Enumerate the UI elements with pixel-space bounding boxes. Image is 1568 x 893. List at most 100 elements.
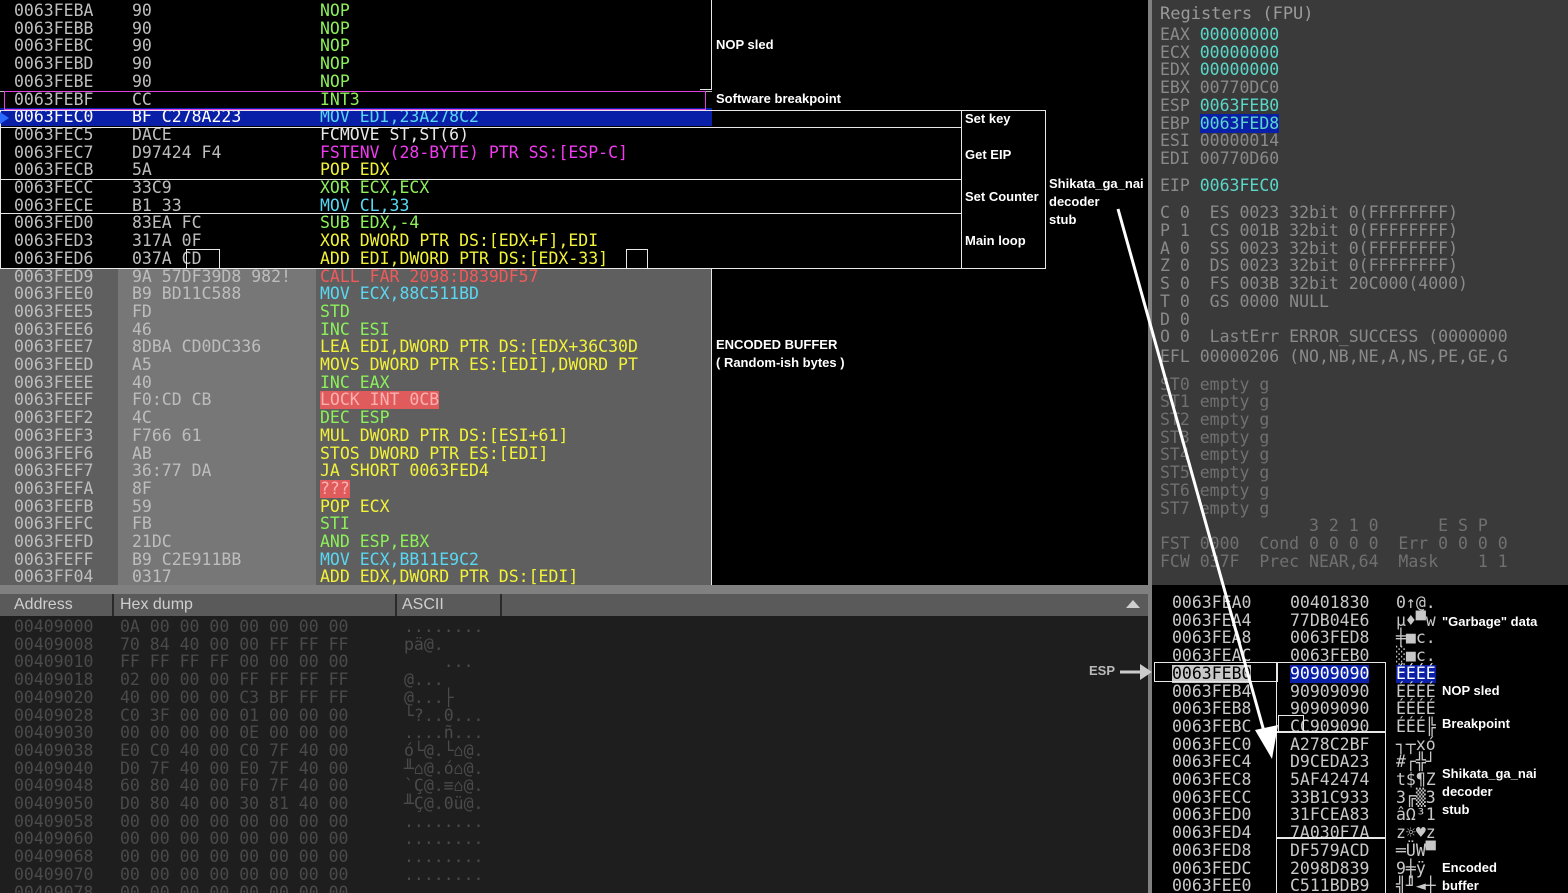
registers-title[interactable]: Registers (FPU) (1160, 5, 1314, 24)
disasm-instruction: MOV ECX,88C511BD (320, 284, 479, 304)
dump-ascii: ........ (404, 811, 484, 831)
disasm-row[interactable]: 0063FEBE 90 NOP (0, 73, 712, 91)
disasm-row[interactable]: 0063FEBA 90 NOP (0, 2, 712, 20)
register-value[interactable]: 0063FEB0 (1200, 96, 1279, 115)
register-name: EDX (1160, 60, 1190, 80)
disasm-hex: 90 (132, 18, 152, 38)
register-row[interactable]: EDI 00770D60 (1160, 150, 1279, 168)
disasm-row[interactable]: 0063FEE0 B9 BD11C588 MOV ECX,88C511BD (0, 285, 712, 303)
dump-row[interactable]: 00409030 00 00 00 00 0E 00 00 00 ....ñ... (14, 724, 483, 742)
horizontal-splitter[interactable] (0, 585, 1152, 594)
dump-ascii: ........ (404, 829, 484, 849)
disasm-row[interactable]: 0063FEE7 8DBA CD0DC336 LEA EDI,DWORD PTR D… (0, 338, 712, 356)
dump-header-hex[interactable]: Hex dump (120, 596, 193, 614)
disasm-row[interactable]: 0063FEBD 90 NOP (0, 55, 712, 73)
disasm-row[interactable]: 0063FEBB 90 NOP (0, 18, 712, 38)
dump-row[interactable]: 00409050 D0 80 40 00 30 81 40 00 ╨Ç@.0ü@. (14, 795, 483, 813)
get-eip-frame (0, 128, 962, 180)
dump-row[interactable]: 00409068 00 00 00 00 00 00 00 00........ (14, 848, 483, 866)
disasm-row[interactable]: 0063FEED A5 MOVS DWORD PTR ES:[EDI],DWORD … (0, 356, 712, 374)
dump-row[interactable]: 00409078 00 00 00 00 00 00 00 00........ (14, 883, 483, 893)
dump-address: 00409038 (14, 740, 94, 760)
dump-row[interactable]: 00409040 D0 7F 40 00 E0 7F 40 00 ╨⌂@.ó⌂@. (14, 759, 483, 778)
stack-address: 0063FED4 (1172, 823, 1252, 843)
register-row[interactable]: EAX 00000000 (1160, 26, 1279, 44)
register-value[interactable]: 00770DC0 (1200, 78, 1279, 97)
stack-chars: ÉÉÉÉ (1396, 681, 1436, 701)
disasm-instruction: AND ESP,EBX (320, 532, 430, 551)
disasm-row[interactable]: 0063FEE6 46 INC ESI (0, 319, 712, 339)
dump-row[interactable]: 00409020 40 00 00 00 C3 BF FF FF @...├ (14, 688, 454, 707)
dump-row[interactable]: 00409008 70 84 40 00 00 FF FF FF pä@. (14, 635, 444, 654)
encoded-buffer-sublabel: ( Random-ish bytes ) (716, 355, 845, 370)
eip-row[interactable]: EIP 0063FEC0 (1160, 176, 1279, 195)
set-counter-frame (0, 180, 962, 214)
stack-address: 0063FEE0 (1172, 876, 1252, 893)
disasm-row[interactable]: 0063FEF7 36:77 DA JA SHORT 0063FED4 (0, 462, 712, 480)
disasm-row[interactable]: 0063FEBC 90 NOP (0, 37, 712, 55)
disasm-row[interactable]: 0063FED9 9A 57DF39D8 982! CALL FAR 2098:D8… (0, 267, 712, 286)
dump-row[interactable]: 00409018 02 00 00 00 FF FF FF FF @... (14, 670, 444, 690)
hex-dump-pane[interactable]: Address Hex dump ASCII 00409000 0A 00 00 … (0, 594, 1148, 893)
disassembly-pane[interactable]: 0063FEBA 90 NOP 0063FEBB 90 NOP 0063FEBC 90 NOP 0… (0, 0, 712, 585)
register-row[interactable]: ESI 00000014 (1160, 132, 1279, 150)
disasm-hex: 8F (132, 478, 152, 498)
disasm-row[interactable]: 0063FEFB 59 POP ECX (0, 497, 712, 516)
dump-row[interactable]: 00409060 00 00 00 00 00 00 00 00........ (14, 830, 483, 848)
dump-row[interactable]: 00409028 C0 3F 00 00 01 00 00 00 └?..0... (14, 706, 483, 725)
dump-row[interactable]: 00409058 00 00 00 00 00 00 00 00........ (14, 812, 483, 831)
set-counter-label: Set Counter (965, 189, 1039, 204)
disasm-row[interactable]: 0063FEFF B9 C2E911BB MOV ECX,BB11E9C2 (0, 549, 712, 569)
register-value[interactable]: 00000014 (1200, 131, 1279, 150)
disasm-row[interactable]: 0063FEFA 8F??? (0, 480, 712, 498)
disasm-row[interactable]: 0063FEFD 21DC AND ESP,EBX (0, 533, 712, 551)
disasm-hex: 90 (132, 54, 152, 74)
register-row[interactable]: EBX 00770DC0 (1160, 79, 1279, 97)
disasm-row[interactable]: 0063FEEF F0:CD CB LOCK INT 0CB (0, 391, 712, 410)
register-name: ECX (1160, 42, 1190, 62)
dump-hex: 70 84 40 00 00 FF FF FF (120, 634, 349, 654)
disasm-row[interactable]: 0063FF04 0317 ADD EDX,DWORD PTR DS:[EDI] (0, 568, 712, 585)
software-breakpoint-label: Software breakpoint (716, 91, 841, 106)
dump-address: 00409018 (14, 670, 94, 690)
stack-address: 0063FECC (1172, 787, 1252, 807)
disasm-row[interactable]: 0063FEFC FB STI (0, 515, 712, 533)
disasm-row[interactable]: 0063FEE5 FD STD (0, 303, 712, 321)
stack-address: 0063FEDC (1172, 858, 1252, 878)
register-value[interactable]: 00770D60 (1200, 149, 1279, 168)
register-row[interactable]: EBP 0063FED8 (1160, 113, 1280, 133)
register-value[interactable]: 00000000 (1200, 43, 1279, 62)
disasm-instruction: LEA EDI,DWORD PTR DS:[EDX+36C30D (320, 337, 638, 357)
register-name: EBX (1160, 78, 1190, 98)
dump-row[interactable]: 00409070 00 00 00 00 00 00 00 00........ (14, 865, 483, 884)
disasm-hex: 8DBA CD0DC336 (132, 337, 262, 357)
main-loop-label: Main loop (965, 233, 1026, 248)
register-value[interactable]: 00000000 (1200, 25, 1279, 44)
register-row[interactable]: EDX 00000000 (1160, 61, 1279, 79)
disasm-row[interactable]: 0063FEEE 40 INC EAX (0, 373, 712, 392)
register-value[interactable]: 0063FED8 (1199, 113, 1280, 133)
register-value[interactable]: 0063FEC0 (1200, 176, 1279, 195)
disasm-row[interactable]: 0063FEF3 F766 61 MUL DWORD PTR DS:[ESI+61] (0, 427, 712, 445)
dump-row[interactable]: 00409048 60 80 40 00 F0 7F 40 00 `Ç@.≡⌂@. (14, 777, 483, 795)
dump-row[interactable]: 00409038 E0 C0 40 00 C0 7F 40 00 ó└@.└⌂@. (14, 740, 483, 760)
disasm-row[interactable]: 0063FEF2 4C DEC ESP (0, 409, 712, 427)
register-value[interactable]: 00000000 (1200, 60, 1279, 79)
disasm-instruction: MOV ECX,BB11E9C2 (320, 549, 479, 569)
dump-row[interactable]: 00409010 FF FF FF FF 00 00 00 00 ... (14, 653, 474, 671)
dump-row[interactable]: 00409000 0A 00 00 00 00 00 00 00........ (14, 618, 483, 636)
disasm-hex: 46 (132, 319, 152, 339)
disasm-hex: 36:77 DA (132, 461, 212, 481)
disasm-address: 0063FEBC (14, 36, 94, 56)
dump-ascii: ╨⌂@.ó⌂@. (404, 758, 484, 778)
dump-header-ascii[interactable]: ASCII (402, 596, 444, 614)
nop-sled-label: NOP sled (716, 37, 774, 52)
disasm-instruction: JA SHORT 0063FED4 (320, 461, 489, 481)
dump-header-address[interactable]: Address (14, 596, 73, 614)
register-row[interactable]: ESP 0063FEB0 (1160, 96, 1279, 115)
dump-ascii: ....ñ... (404, 723, 484, 743)
disasm-row[interactable]: 0063FEF6 AB STOS DWORD PTR ES:[EDI] (0, 444, 712, 463)
main-loop-frame (0, 214, 962, 269)
stack-address: 0063FED0 (1172, 805, 1252, 825)
register-row[interactable]: ECX 00000000 (1160, 42, 1279, 62)
